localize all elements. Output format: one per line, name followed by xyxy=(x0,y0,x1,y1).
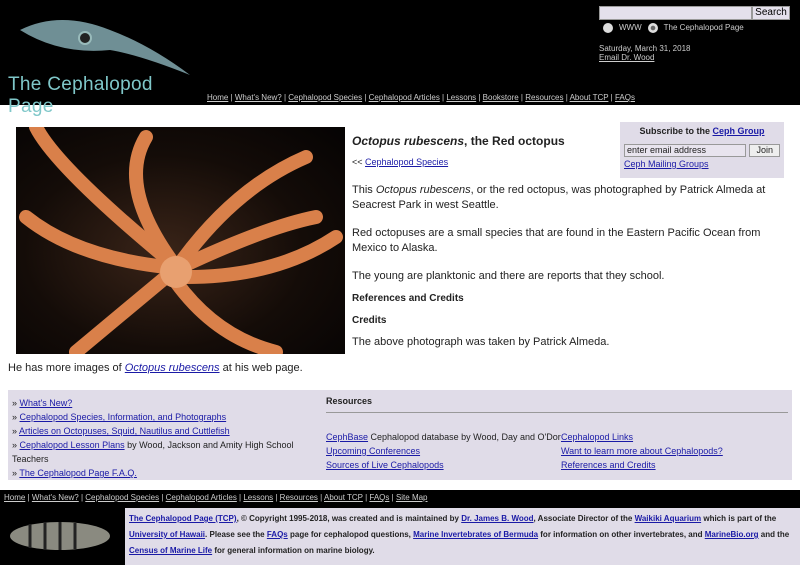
link-whats-new[interactable]: What's New? xyxy=(20,398,73,408)
back-arrow: << xyxy=(352,157,363,167)
resources-title: Resources xyxy=(326,396,373,406)
radio-www[interactable]: WWW xyxy=(603,23,642,33)
cuttlefish-image xyxy=(0,508,125,565)
footer-nav-lessons[interactable]: Lessons xyxy=(243,493,273,502)
link-aquarium[interactable]: Waikiki Aquarium xyxy=(635,514,702,523)
more-images-link[interactable]: Octopus rubescens xyxy=(125,362,220,374)
subscribe-label: Subscribe to the Ceph Group xyxy=(639,126,765,136)
link-tcp[interactable]: The Cephalopod Page (TCP) xyxy=(129,514,237,523)
nav-lessons[interactable]: Lessons xyxy=(446,93,476,102)
footer-nav-cephalopod-articles[interactable]: Cephalopod Articles xyxy=(166,493,237,502)
link-conferences[interactable]: Upcoming Conferences xyxy=(326,446,420,456)
nav-faqs[interactable]: FAQs xyxy=(615,93,635,102)
link-refs[interactable]: References and Credits xyxy=(561,460,656,470)
nav-resources[interactable]: Resources xyxy=(525,93,563,102)
logo[interactable]: The Cephalopod Page xyxy=(0,0,200,117)
links-box: » What's New? » Cephalopod Species, Info… xyxy=(8,390,792,480)
radio-label: The Cephalopod Page xyxy=(663,23,744,33)
logo-text: The Cephalopod Page xyxy=(8,74,153,117)
search-input[interactable] xyxy=(599,6,752,20)
paragraph: The above photograph was taken by Patric… xyxy=(352,336,610,348)
octopus-image xyxy=(19,127,343,354)
ceph-group-link[interactable]: Ceph Group xyxy=(713,126,765,136)
email-input[interactable]: enter email address xyxy=(624,144,747,157)
join-button[interactable]: Join xyxy=(749,144,780,157)
paragraph: This Octopus rubescens, or the red octop… xyxy=(352,184,766,211)
link-lessons[interactable]: Cephalopod Lesson Plans xyxy=(20,440,125,450)
link-live[interactable]: Sources of Live Cephalopods xyxy=(326,460,444,470)
link-hawaii[interactable]: University of Hawaii xyxy=(129,530,205,539)
search-button[interactable]: Search xyxy=(752,6,790,20)
footer-nav-about-tcp[interactable]: About TCP xyxy=(324,493,363,502)
paragraph: The young are planktonic and there are r… xyxy=(352,270,665,282)
link-marinebio[interactable]: MarineBio.org xyxy=(705,530,759,539)
link-ceph-links[interactable]: Cephalopod Links xyxy=(561,432,633,442)
header: The Cephalopod Page Search WWW The Cepha… xyxy=(0,0,800,117)
footer-nav-home[interactable]: Home xyxy=(4,493,25,502)
link-wood[interactable]: Dr. James B. Wood xyxy=(461,514,533,523)
more-images: He has more images of Octopus rubescens … xyxy=(8,362,303,374)
footer-nav-cephalopod-species[interactable]: Cephalopod Species xyxy=(85,493,159,502)
back-link[interactable]: Cephalopod Species xyxy=(365,157,448,167)
link-cephbase[interactable]: CephBase xyxy=(326,432,368,442)
footer-nav: Home | What's New? | Cephalopod Species … xyxy=(0,490,800,508)
squid-logo-image xyxy=(20,20,190,75)
footer-credits: The Cephalopod Page (TCP), © Copyright 1… xyxy=(125,508,800,565)
nav-what-s-new[interactable]: What's New? xyxy=(235,93,282,102)
footer-nav-site-map[interactable]: Site Map xyxy=(396,493,428,502)
footer-nav-resources[interactable]: Resources xyxy=(280,493,318,502)
site-links: » What's New? » Cephalopod Species, Info… xyxy=(12,398,294,478)
email-link[interactable]: Email Dr. Wood xyxy=(599,53,654,62)
link-species[interactable]: Cephalopod Species, Information, and Pho… xyxy=(20,412,227,422)
search-scope: WWW The Cephalopod Page xyxy=(603,23,744,33)
search-form: Search xyxy=(599,6,790,20)
octopus-photo xyxy=(16,127,345,354)
link-learn[interactable]: Want to learn more about Cephalopods? xyxy=(561,446,723,456)
heading-credits: Credits xyxy=(352,315,387,326)
nav-cephalopod-species[interactable]: Cephalopod Species xyxy=(288,93,362,102)
nav-cephalopod-articles[interactable]: Cephalopod Articles xyxy=(369,93,440,102)
footer-nav-faqs[interactable]: FAQs xyxy=(369,493,389,502)
subscribe-box: Subscribe to the Ceph Group enter email … xyxy=(620,122,784,178)
link-articles[interactable]: Articles on Octopuses, Squid, Nautilus a… xyxy=(19,426,230,436)
nav-about-tcp[interactable]: About TCP xyxy=(570,93,609,102)
link-bermuda[interactable]: Marine Invertebrates of Bermuda xyxy=(413,530,538,539)
footer-nav-what-s-new[interactable]: What's New? xyxy=(32,493,79,502)
link-census[interactable]: Census of Marine Life xyxy=(129,546,212,555)
paragraph: Red octopuses are a small species that a… xyxy=(352,227,761,254)
nav-bookstore[interactable]: Bookstore xyxy=(483,93,519,102)
nav-home[interactable]: Home xyxy=(207,93,228,102)
date: Saturday, March 31, 2018 xyxy=(599,44,691,53)
link-faq[interactable]: The Cephalopod Page F.A.Q. xyxy=(19,468,137,478)
mailing-groups-link[interactable]: Ceph Mailing Groups xyxy=(624,159,780,169)
link-faqs[interactable]: FAQs xyxy=(267,530,288,539)
heading-references: References and Credits xyxy=(352,293,464,304)
top-nav: Home | What's New? | Cephalopod Species … xyxy=(207,93,635,102)
radio-site[interactable]: The Cephalopod Page xyxy=(647,23,744,33)
radio-label: WWW xyxy=(619,23,642,33)
divider xyxy=(326,412,788,413)
